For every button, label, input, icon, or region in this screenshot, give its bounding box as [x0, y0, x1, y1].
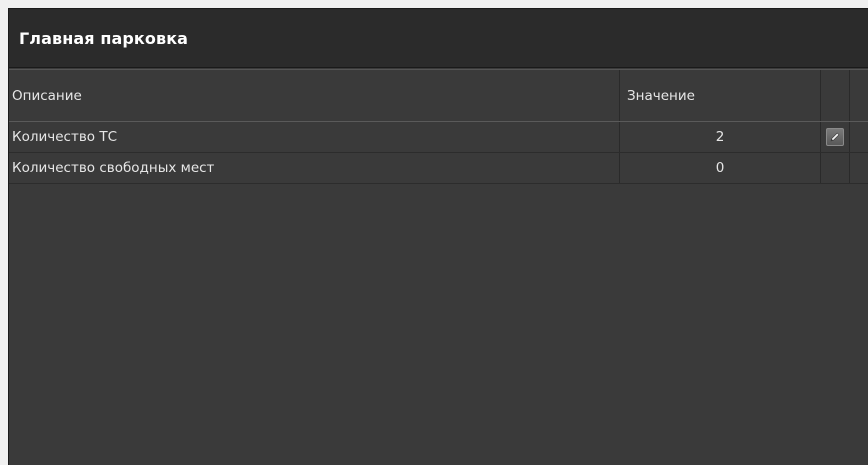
panel-header: Главная парковка: [9, 9, 868, 68]
column-header-actions: [821, 70, 850, 121]
row-description: Количество свободных мест: [9, 153, 620, 183]
column-header-filler: [850, 70, 868, 121]
parking-panel: Главная парковка Описание Значение Колич…: [8, 8, 868, 465]
panel-title: Главная парковка: [19, 28, 189, 48]
row-action-cell: [821, 122, 850, 152]
row-action-cell: [821, 153, 850, 183]
table-row[interactable]: Количество ТС 2: [9, 122, 868, 153]
edit-button[interactable]: [826, 128, 844, 146]
column-header-value[interactable]: Значение: [620, 70, 821, 121]
column-header-description[interactable]: Описание: [9, 70, 620, 121]
row-value[interactable]: 2: [620, 122, 821, 152]
row-filler: [850, 122, 868, 152]
row-description: Количество ТС: [9, 122, 620, 152]
row-filler: [850, 153, 868, 183]
table-row[interactable]: Количество свободных мест 0: [9, 153, 868, 184]
row-value[interactable]: 0: [620, 153, 821, 183]
table-header-row: Описание Значение: [9, 69, 868, 122]
pencil-icon: [830, 132, 840, 142]
parameters-table: Описание Значение Количество ТС 2 Количе…: [9, 69, 868, 465]
